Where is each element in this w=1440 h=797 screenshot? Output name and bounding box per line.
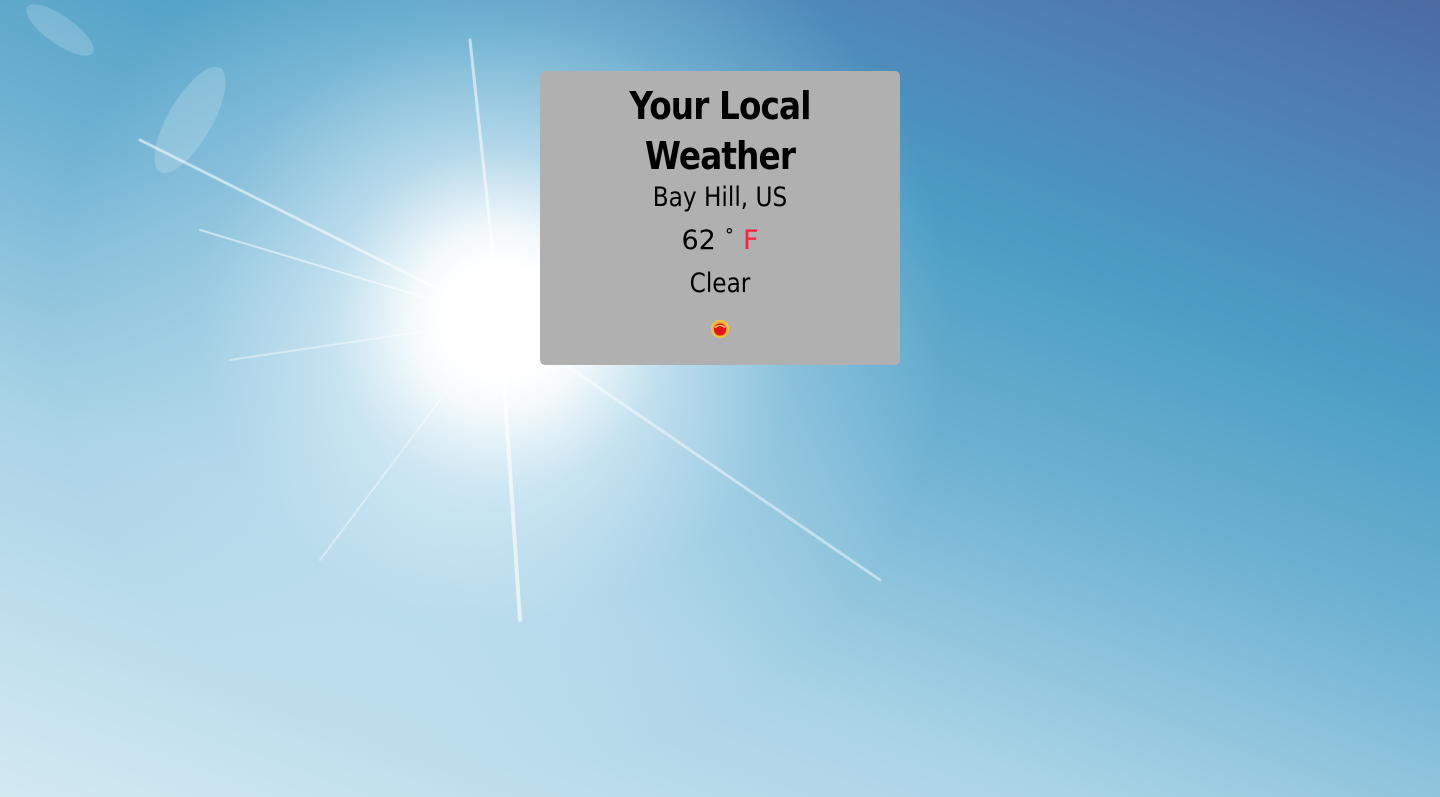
sun-icon [711,320,729,338]
temperature-value: 62 [681,225,716,256]
page-title: Your Local Weather [629,84,811,178]
weather-card: Your Local Weather Bay Hill, US 62 ˚ F C… [540,71,900,365]
temperature-display: 62 ˚ F [540,222,900,260]
degree-symbol: ˚ [724,227,735,251]
unit-toggle[interactable]: F [743,225,759,256]
location-label: Bay Hill, US [652,182,788,213]
condition-label: Clear [689,268,751,299]
